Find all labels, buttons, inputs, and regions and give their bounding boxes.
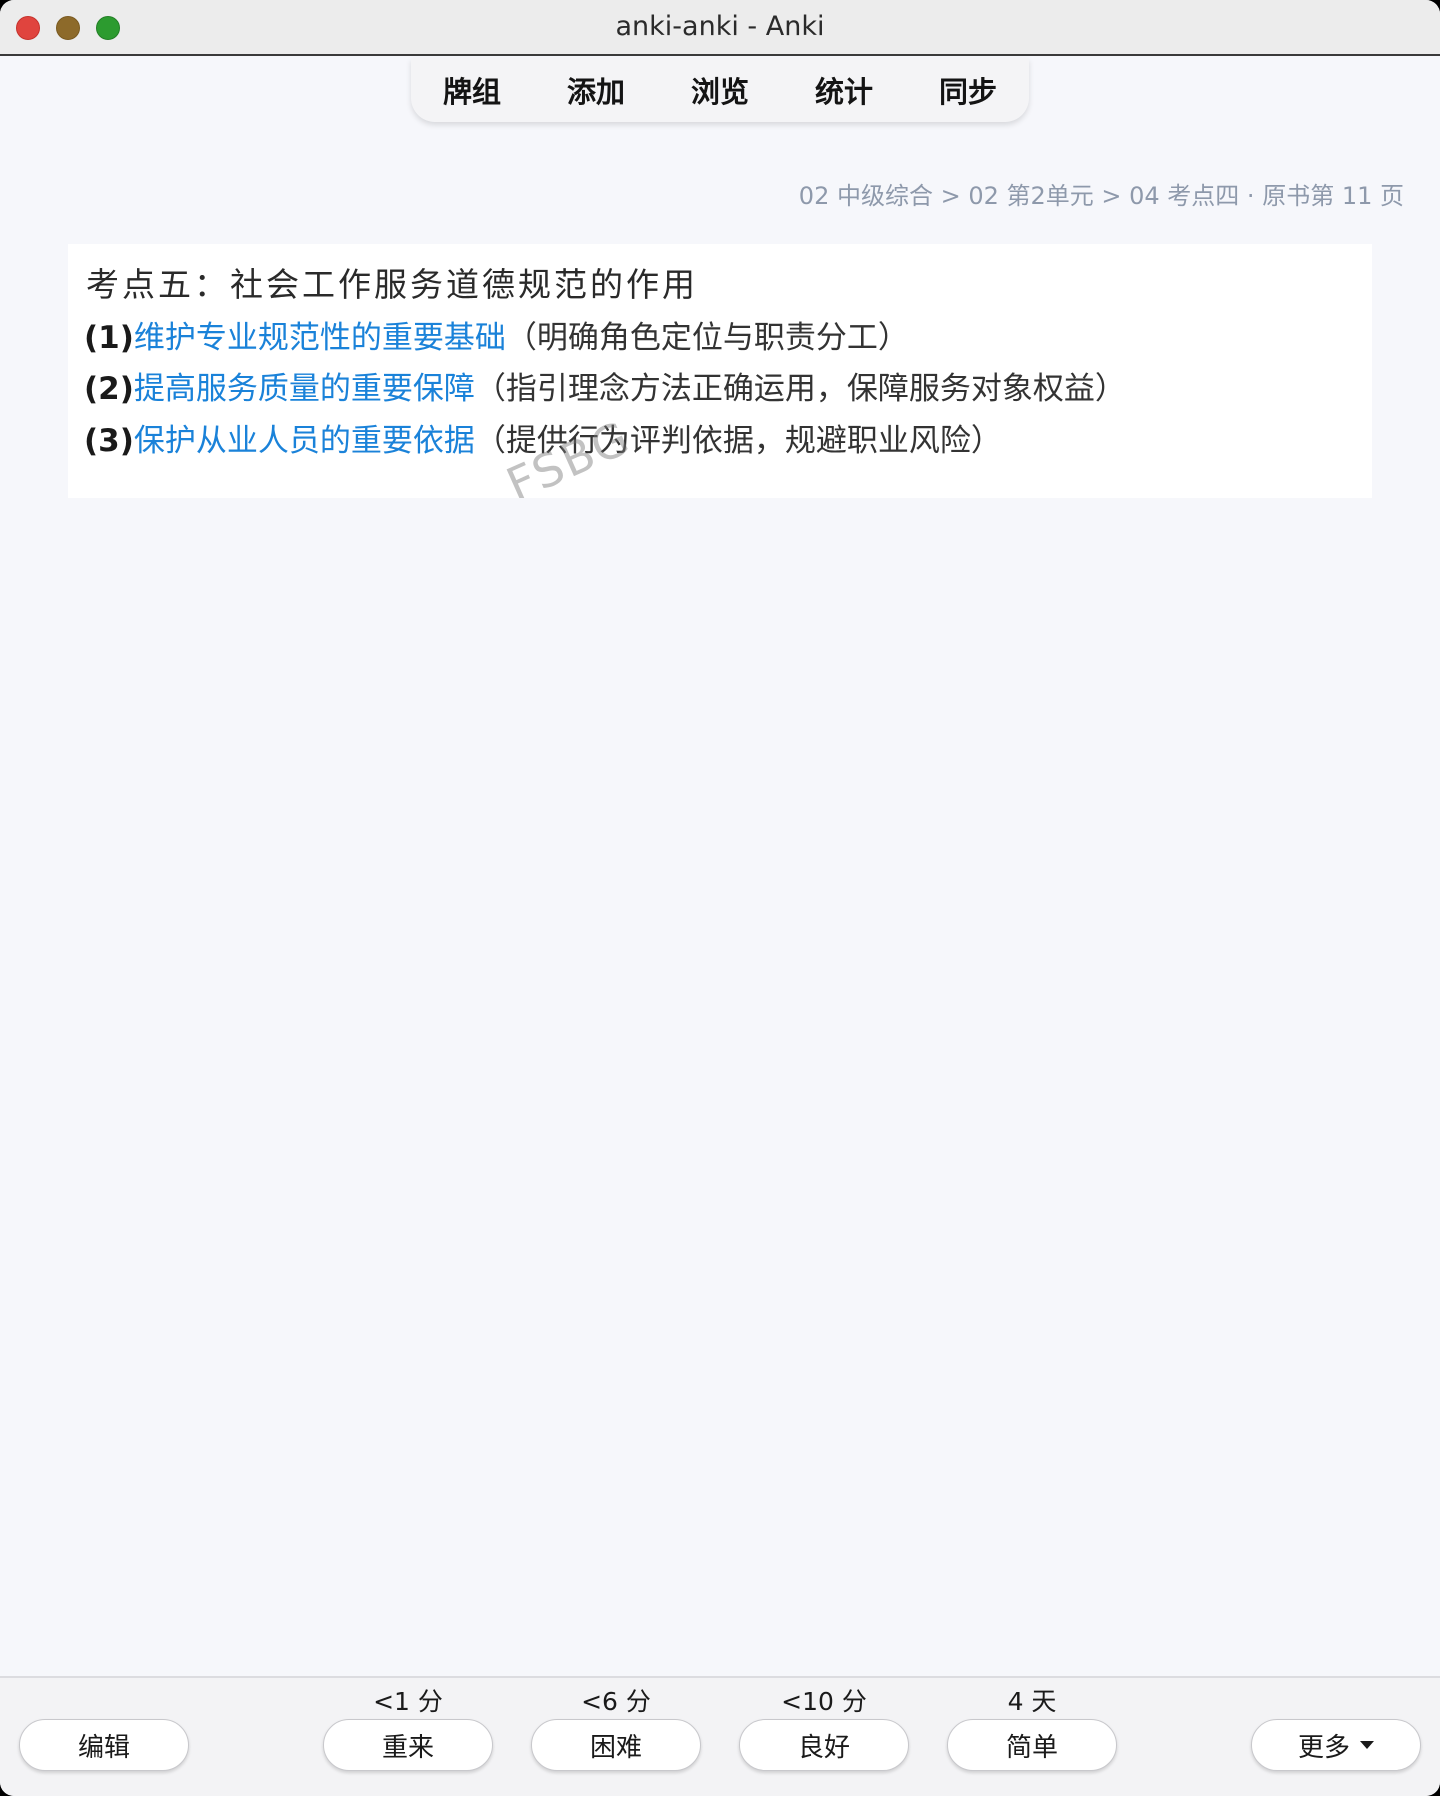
again-button[interactable]: 重来 (323, 1719, 493, 1771)
line-keypoint: 保护从业人员的重要依据 (133, 423, 475, 459)
interval-good: <10 分 (781, 1687, 867, 1716)
interval-easy: 4 天 (1007, 1687, 1057, 1716)
hard-button[interactable]: 困难 (531, 1719, 701, 1771)
card-line: (1)维护专业规范性的重要基础（明确角色定位与职责分工） (84, 312, 909, 357)
line-keypoint: 提高服务质量的重要保障 (133, 371, 475, 407)
line-note: （指引理念方法正确运用，保障服务对象权益） (474, 371, 1126, 407)
line-keypoint: 维护专业规范性的重要基础 (133, 320, 506, 356)
nav-sync[interactable]: 同步 (908, 69, 1028, 111)
card-heading: 考点五：社会工作服务道德规范的作用 (86, 265, 698, 304)
more-button-label: 更多 (1297, 1732, 1350, 1763)
nav-stats[interactable]: 统计 (784, 69, 904, 111)
deck-breadcrumb: 02 中级综合 > 02 第2单元 > 04 考点四 · 原书第 11 页 (798, 182, 1404, 210)
interval-again: <1 分 (373, 1687, 443, 1716)
title-bar: anki-anki - Anki (0, 0, 1440, 56)
line-number: (3) (84, 423, 134, 459)
edit-button[interactable]: 编辑 (19, 1719, 189, 1771)
top-toolbar: 牌组 添加 浏览 统计 同步 (411, 58, 1029, 122)
more-button[interactable]: 更多 (1251, 1719, 1421, 1771)
line-number: (1) (84, 320, 134, 356)
card-line: (2)提高服务质量的重要保障（指引理念方法正确运用，保障服务对象权益） (84, 363, 1126, 408)
interval-hard: <6 分 (581, 1687, 651, 1716)
card-image: 考点五：社会工作服务道德规范的作用 (1)维护专业规范性的重要基础（明确角色定位… (68, 244, 1372, 498)
good-button[interactable]: 良好 (739, 1719, 909, 1771)
easy-button[interactable]: 简单 (947, 1719, 1117, 1771)
line-number: (2) (84, 371, 134, 407)
nav-browse[interactable]: 浏览 (660, 69, 780, 111)
caret-down-icon (1360, 1741, 1374, 1749)
line-note: （明确角色定位与职责分工） (505, 320, 909, 356)
nav-decks[interactable]: 牌组 (412, 69, 532, 111)
nav-add[interactable]: 添加 (536, 69, 656, 111)
answer-bar: <1 分 <6 分 <10 分 4 天 编辑 重来 困难 良好 简单 更多 (0, 1676, 1440, 1796)
window-title: anki-anki - Anki (615, 11, 825, 42)
anki-window: anki-anki - Anki 牌组 添加 浏览 统计 同步 02 中级综合 … (0, 0, 1440, 1796)
